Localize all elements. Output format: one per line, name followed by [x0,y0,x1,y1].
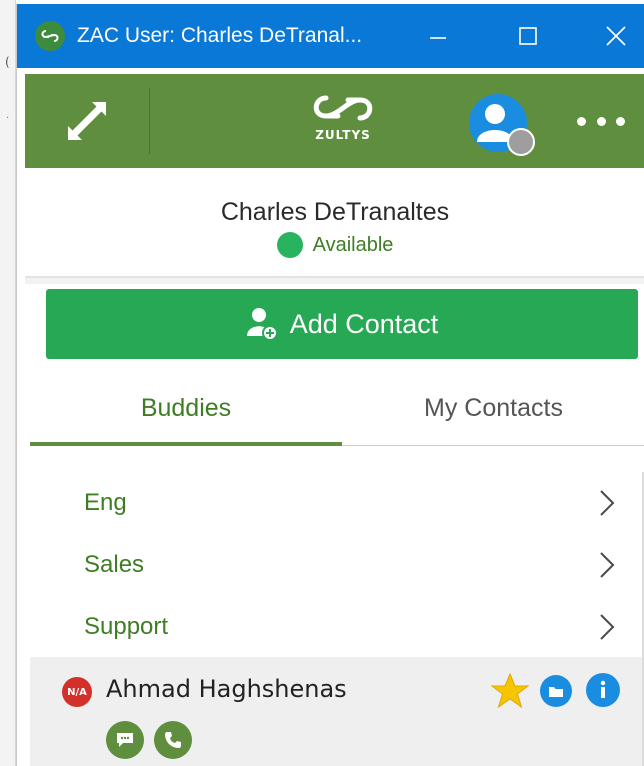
chat-icon [117,733,133,747]
group-row-support[interactable]: Support [30,596,642,658]
group-label: Eng [84,489,127,516]
more-button[interactable] [573,104,629,138]
expand-button[interactable] [25,74,149,168]
chevron-right-icon [600,552,615,578]
minimize-icon [430,37,446,39]
presence-status-dot [507,128,535,156]
logo-text: ZULTYS [315,128,371,142]
tab-buddies[interactable]: Buddies [30,384,342,446]
folder-icon [549,687,563,697]
presence-selector[interactable]: Available [25,232,644,258]
tab-my-contacts[interactable]: My Contacts [342,384,644,446]
more-icon [577,116,586,126]
phone-icon [165,732,181,748]
available-status-icon [276,232,303,258]
maximize-button[interactable] [497,4,559,68]
contact-tabs: Buddies My Contacts [30,384,644,446]
group-row-eng[interactable]: Eng [30,472,642,534]
presence-status-text: Available [312,233,394,256]
zultys-app-icon [35,21,65,51]
group-label: Support [84,613,169,640]
buddies-list: Eng Sales Support N/A Ahmad Haghshenas [30,472,644,766]
close-button[interactable] [585,4,644,68]
maximize-icon [519,27,537,45]
close-icon [606,26,626,46]
user-avatar-button[interactable] [469,94,535,156]
minimize-button[interactable] [407,4,469,68]
add-contact-button[interactable]: Add Contact [46,289,638,359]
add-contact-label: Add Contact [289,308,439,339]
user-header: Charles DeTranaltes Available [25,172,644,278]
chat-button[interactable] [106,721,144,759]
info-icon [600,680,606,698]
zultys-logo: ZULTYS [293,92,393,152]
add-user-icon [246,308,278,341]
chevron-right-icon [600,490,615,516]
more-icon [596,116,606,126]
status-badge: N/A [62,677,92,707]
zac-window: ZAC User: Charles DeTranal... ZULTYS Cha… [16,4,644,766]
main-toolbar: ZULTYS [25,74,644,168]
desktop-mark: . [6,110,10,121]
contact-row[interactable]: N/A Ahmad Haghshenas [30,657,642,766]
expand-icon [68,102,106,140]
contact-info-button[interactable] [586,673,620,707]
contact-folder-button[interactable] [540,675,572,707]
contact-name: Ahmad Haghshenas [106,675,347,703]
zultys-logo-icon [313,95,373,121]
favorite-star-icon[interactable] [490,671,530,711]
chevron-right-icon [600,614,615,640]
desktop-background-strip: ( . [0,0,16,766]
window-title: ZAC User: Charles DeTranal... [77,24,363,47]
toolbar-divider [149,88,150,154]
group-label: Sales [84,551,145,578]
group-row-sales[interactable]: Sales [30,534,642,596]
more-icon [616,116,625,126]
call-button[interactable] [154,721,192,759]
user-name: Charles DeTranaltes [220,198,450,226]
title-bar[interactable]: ZAC User: Charles DeTranal... [17,4,644,68]
section-divider [25,278,644,284]
desktop-mark: ( [5,55,10,69]
